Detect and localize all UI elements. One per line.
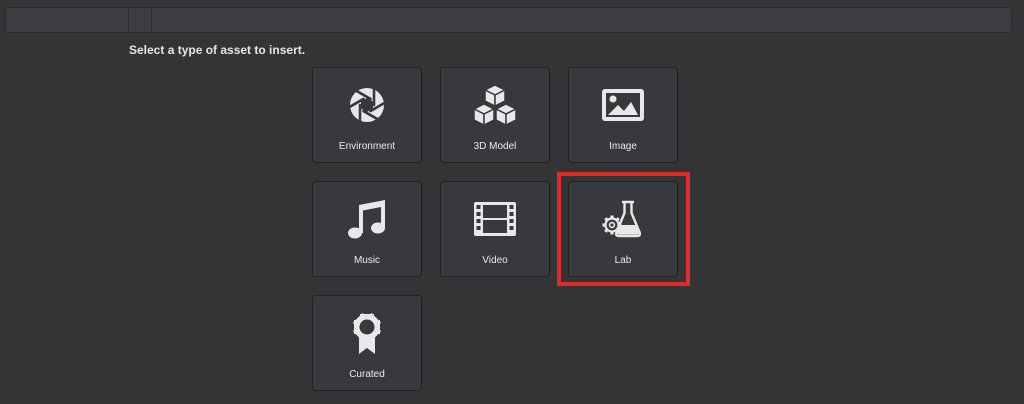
asset-tile-label: Curated [349, 369, 385, 380]
asset-tile-label: Environment [338, 141, 396, 152]
asset-tile-label: Music [353, 255, 381, 266]
award-ribbon-icon [313, 312, 421, 354]
toolbar-segment [129, 8, 152, 32]
aperture-icon [313, 84, 421, 126]
asset-tile-label: 3D Model [473, 141, 517, 152]
music-note-icon [313, 198, 421, 240]
flask-gear-icon [569, 198, 677, 240]
asset-tile-label: Image [609, 141, 637, 152]
asset-tile-environment[interactable]: Environment [312, 67, 422, 163]
asset-tile-video[interactable]: Video [440, 181, 550, 277]
page-title: Select a type of asset to insert. [129, 43, 306, 57]
asset-tile-music[interactable]: Music [312, 181, 422, 277]
asset-tile-lab[interactable]: Lab [568, 181, 678, 277]
asset-tile-image[interactable]: Image [568, 67, 678, 163]
top-toolbar [5, 7, 1012, 33]
asset-tile-curated[interactable]: Curated [312, 295, 422, 391]
asset-tile-3d-model[interactable]: 3D Model [440, 67, 550, 163]
toolbar-segment [6, 8, 129, 32]
asset-tile-label: Video [482, 255, 508, 266]
asset-insert-page: Select a type of asset to insert. Enviro… [0, 0, 1024, 404]
film-strip-icon [441, 198, 549, 240]
image-icon [569, 84, 677, 126]
cubes-icon [441, 84, 549, 126]
asset-tile-label: Lab [614, 255, 632, 266]
